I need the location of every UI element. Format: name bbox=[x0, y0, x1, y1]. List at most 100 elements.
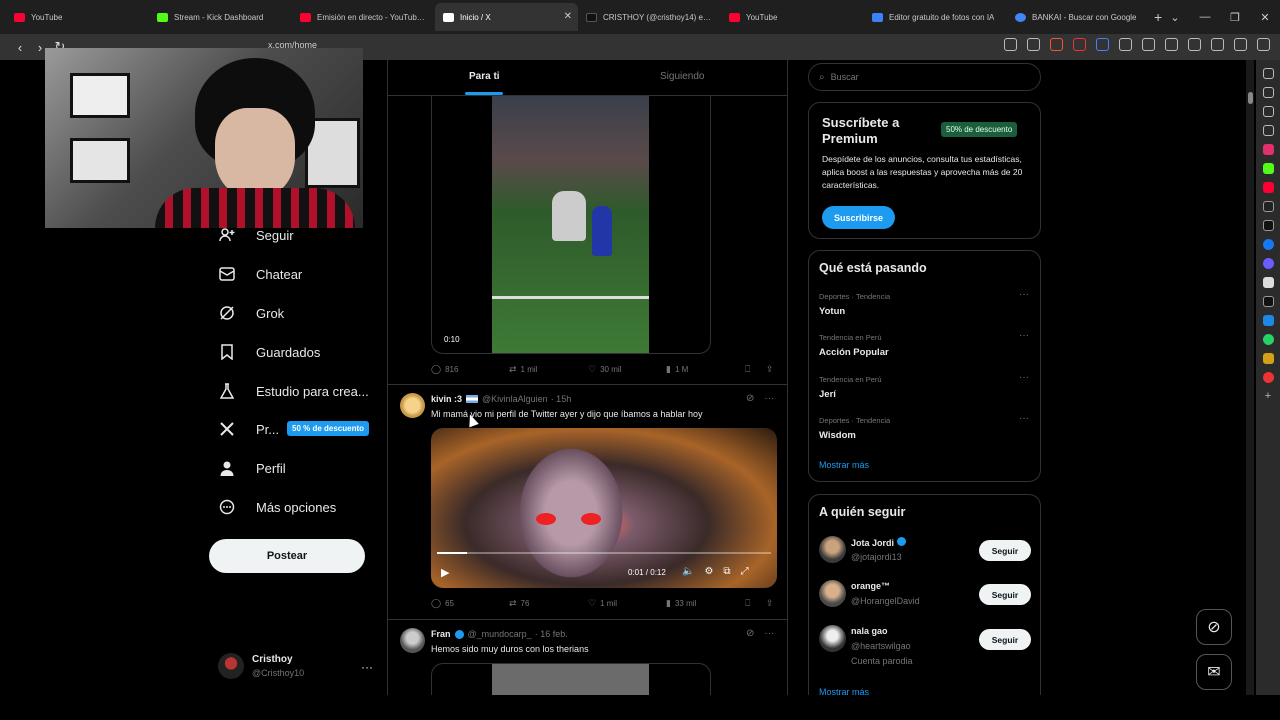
vpn-shield-icon[interactable] bbox=[1234, 38, 1247, 51]
repost-button[interactable]: ⇄ 1 mil bbox=[509, 364, 537, 375]
post-time[interactable]: · 16 feb. bbox=[535, 629, 568, 639]
extension-icon[interactable] bbox=[1004, 38, 1017, 51]
reply-button[interactable]: ◯ 65 bbox=[431, 598, 454, 609]
trend-item[interactable]: Deportes · Tendencia Yotun ··· bbox=[819, 289, 1029, 317]
maximize-icon[interactable]: ❐ bbox=[1220, 11, 1250, 24]
sidebar-toggle-icon[interactable] bbox=[1165, 38, 1178, 51]
avatar[interactable] bbox=[400, 628, 425, 653]
media-icon[interactable] bbox=[1142, 38, 1155, 51]
more-icon[interactable]: ··· bbox=[1019, 330, 1029, 341]
browser-tab[interactable]: BANKAI - Buscar con Google bbox=[1007, 3, 1150, 31]
grok-icon[interactable]: ⊘ bbox=[746, 628, 754, 639]
more-icon[interactable]: ··· bbox=[764, 628, 774, 639]
close-window-icon[interactable]: ✕ bbox=[1250, 11, 1280, 24]
more-icon[interactable]: ··· bbox=[361, 660, 373, 674]
puzzle-icon[interactable] bbox=[1119, 38, 1132, 51]
share-button[interactable]: ⇪ bbox=[766, 364, 778, 375]
post-time[interactable]: · 15h bbox=[551, 394, 572, 404]
leo-icon[interactable] bbox=[1211, 38, 1224, 51]
back-icon[interactable]: ‹ bbox=[10, 40, 30, 55]
follow-button[interactable]: Seguir bbox=[979, 584, 1031, 605]
nav-item-guardados[interactable]: Guardados bbox=[210, 339, 320, 365]
app-icon[interactable] bbox=[1262, 353, 1274, 364]
translate-icon[interactable] bbox=[1262, 315, 1274, 326]
bookmark-button[interactable]: ⎕ bbox=[745, 598, 754, 609]
menu-icon[interactable] bbox=[1257, 38, 1270, 51]
views-button[interactable]: ▮ 1 M bbox=[666, 364, 688, 375]
nav-item-mas-opciones[interactable]: Más opciones bbox=[210, 494, 336, 520]
play-icon[interactable]: ▶ bbox=[441, 566, 449, 579]
nav-item-premium[interactable]: Pr... bbox=[210, 416, 279, 442]
scrollbar[interactable] bbox=[1246, 60, 1254, 695]
browser-tab[interactable]: Emisión en directo - YouTube S bbox=[292, 3, 435, 31]
avatar[interactable] bbox=[400, 393, 425, 418]
rewards-icon[interactable] bbox=[1073, 38, 1086, 51]
subscribe-button[interactable]: Suscribirse bbox=[822, 206, 895, 229]
author-handle[interactable]: @_mundocarp_ bbox=[468, 629, 532, 639]
tiktok-icon[interactable] bbox=[1262, 296, 1274, 307]
tab-para-ti[interactable]: Para ti bbox=[469, 71, 500, 82]
app-icon[interactable] bbox=[1262, 372, 1274, 383]
share-button[interactable]: ⇪ bbox=[766, 598, 778, 609]
reading-list-icon[interactable] bbox=[1262, 87, 1274, 98]
minimize-icon[interactable]: — bbox=[1190, 11, 1220, 23]
fullscreen-icon[interactable]: ⤢ bbox=[741, 566, 749, 577]
close-tab-icon[interactable]: ✕ bbox=[564, 11, 572, 22]
brave-shield-icon[interactable] bbox=[1050, 38, 1063, 51]
settings-icon[interactable]: ⚙ bbox=[704, 566, 713, 577]
bookmark-button[interactable]: ⎕ bbox=[745, 364, 754, 375]
add-icon[interactable]: + bbox=[1263, 391, 1274, 402]
views-button[interactable]: ▮ 33 mil bbox=[666, 598, 696, 609]
like-button[interactable]: ♡ 30 mil bbox=[588, 364, 621, 375]
browser-tab[interactable]: Editor gratuito de fotos con IA bbox=[864, 3, 1007, 31]
scrollbar-thumb[interactable] bbox=[1248, 92, 1253, 104]
more-icon[interactable]: ··· bbox=[764, 393, 774, 404]
share-icon[interactable] bbox=[1027, 38, 1040, 51]
instagram-icon[interactable] bbox=[1262, 144, 1274, 155]
wallet-icon[interactable] bbox=[1188, 38, 1201, 51]
kick-icon[interactable] bbox=[1262, 163, 1274, 174]
grok-fab[interactable]: ⊘ bbox=[1196, 609, 1232, 645]
post-video[interactable]: 0:10 bbox=[431, 96, 711, 354]
browser-tab[interactable]: YouTube bbox=[6, 3, 149, 31]
reply-button[interactable]: ◯ 816 bbox=[431, 364, 458, 375]
messenger-icon[interactable] bbox=[1262, 258, 1274, 269]
author-name[interactable]: kivin :3 bbox=[431, 394, 462, 404]
trend-item[interactable]: Tendencia en Perú Acción Popular ··· bbox=[819, 330, 1029, 358]
follow-button[interactable]: Seguir bbox=[979, 629, 1031, 650]
show-more-link[interactable]: Mostrar más bbox=[819, 687, 869, 697]
nav-item-grok[interactable]: Grok bbox=[210, 300, 284, 326]
whatsapp-icon[interactable] bbox=[1262, 334, 1274, 345]
grok-icon[interactable]: ⊘ bbox=[746, 393, 754, 404]
youtube-icon[interactable] bbox=[1262, 182, 1274, 193]
notes-icon[interactable] bbox=[1262, 125, 1274, 136]
trend-item[interactable]: Deportes · Tendencia Wisdom ··· bbox=[819, 413, 1029, 441]
nav-item-estudio[interactable]: Estudio para crea... bbox=[210, 378, 369, 404]
vpn-icon[interactable] bbox=[1096, 38, 1109, 51]
history-icon[interactable] bbox=[1262, 106, 1274, 117]
tab-siguiendo[interactable]: Siguiendo bbox=[660, 71, 704, 82]
premium-discount-pill[interactable]: 50 % de descuento bbox=[287, 421, 370, 436]
dropdown-icon[interactable]: ⌄ bbox=[1160, 11, 1190, 24]
facebook-icon[interactable] bbox=[1262, 239, 1274, 250]
show-more-link[interactable]: Mostrar más bbox=[819, 460, 869, 470]
browser-tab[interactable]: YouTube bbox=[721, 3, 864, 31]
browser-tab-active[interactable]: Inicio / X ✕ bbox=[435, 3, 578, 31]
more-icon[interactable]: ··· bbox=[1019, 372, 1029, 383]
follow-button[interactable]: Seguir bbox=[979, 540, 1031, 561]
bookmark-add-icon[interactable] bbox=[1262, 68, 1274, 79]
account-switcher[interactable]: Cristhoy @Cristhoy10 bbox=[218, 653, 304, 679]
media-app-icon[interactable] bbox=[1262, 201, 1274, 212]
post-button[interactable]: Postear bbox=[209, 539, 365, 573]
search-input[interactable]: ⌕ Buscar bbox=[808, 63, 1041, 91]
follow-suggestion[interactable]: orange™ @HorangelDavid Seguir bbox=[819, 580, 1039, 620]
pip-icon[interactable]: ⧉ bbox=[723, 566, 730, 577]
trend-item[interactable]: Tendencia en Perú Jerí ··· bbox=[819, 372, 1029, 400]
post-video[interactable] bbox=[431, 663, 711, 695]
post-video[interactable]: ▶ 0:01 / 0:12 🔈 ⚙ ⧉ ⤢ bbox=[431, 428, 777, 588]
like-button[interactable]: ♡ 1 mil bbox=[588, 598, 617, 609]
nav-item-perfil[interactable]: Perfil bbox=[210, 455, 286, 481]
nav-item-chatear[interactable]: Chatear bbox=[210, 261, 302, 287]
volume-icon[interactable]: 🔈 bbox=[682, 566, 694, 577]
follow-suggestion[interactable]: nala gao @heartswilgao Cuenta parodia Se… bbox=[819, 625, 1039, 666]
